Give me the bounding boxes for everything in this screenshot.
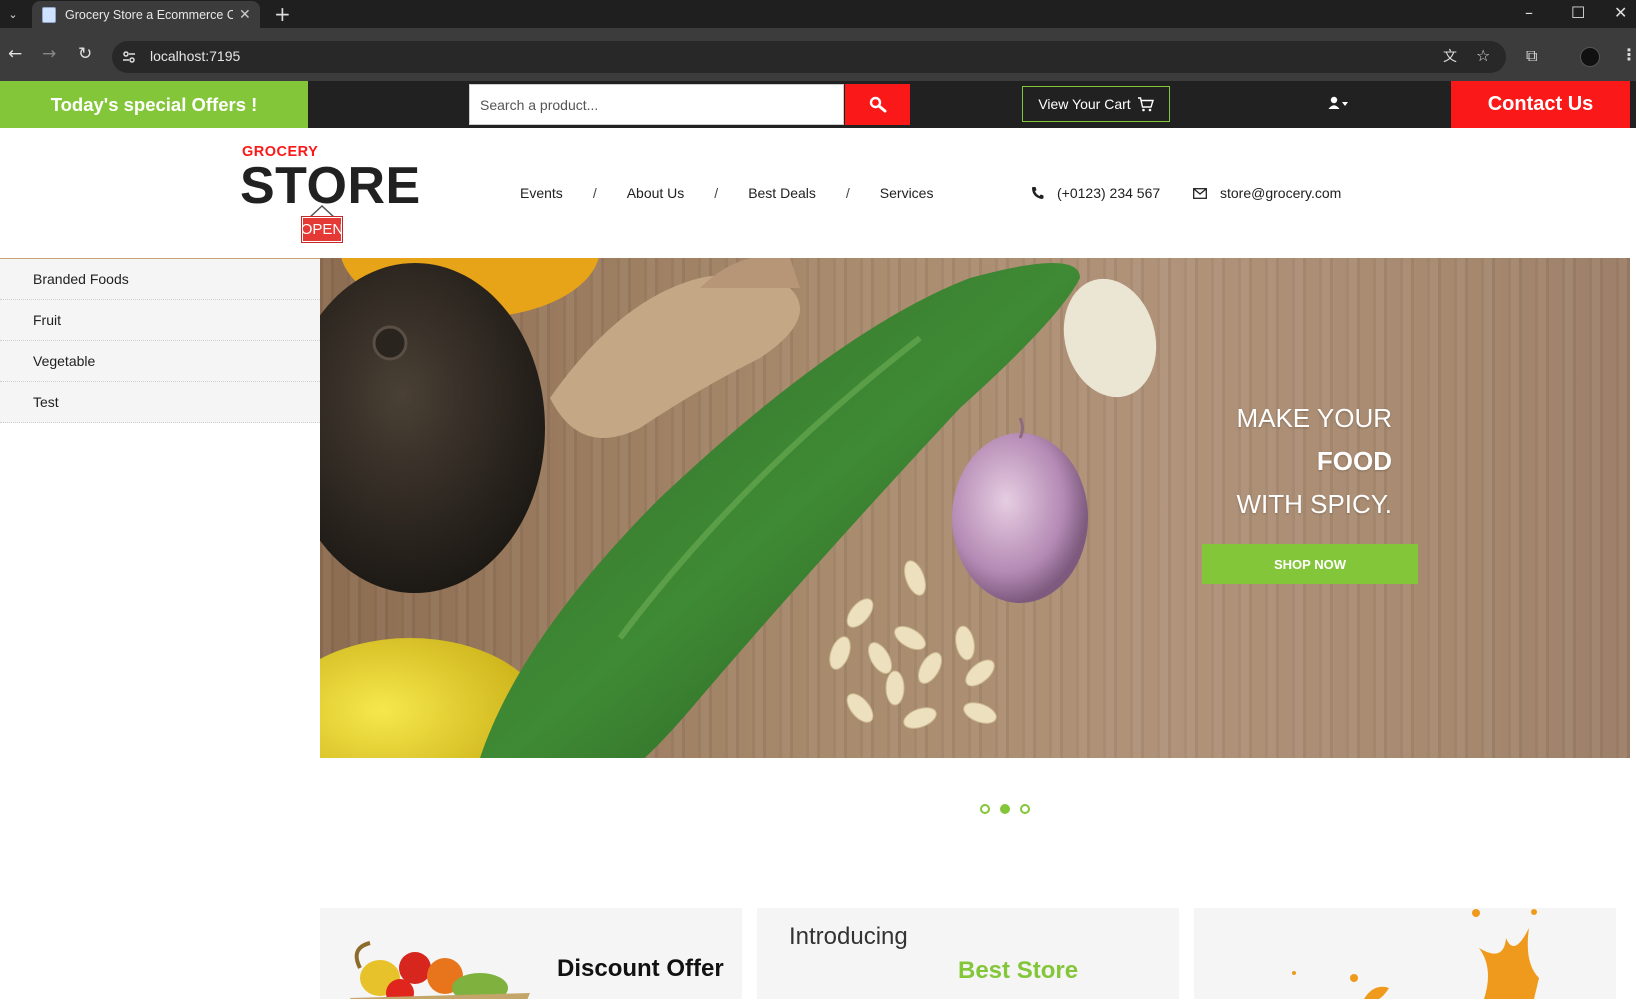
- close-window-icon[interactable]: ✕: [1614, 3, 1627, 23]
- slider-pagination: [980, 804, 1030, 814]
- tab-search-icon[interactable]: ⌄: [0, 0, 26, 28]
- nav-separator: /: [714, 185, 719, 201]
- url-text: localhost:7195: [150, 48, 241, 64]
- sidebar-item-test[interactable]: Test: [0, 382, 320, 423]
- best-store-title: Best Store: [958, 957, 1079, 984]
- slider-dot-1[interactable]: [980, 804, 990, 814]
- email-address[interactable]: store@grocery.com: [1220, 185, 1341, 201]
- contact-us-button[interactable]: Contact Us: [1451, 81, 1630, 128]
- nav-events[interactable]: Events: [520, 185, 563, 201]
- slider-dot-2[interactable]: [1000, 804, 1010, 814]
- browser-tab[interactable]: Grocery Store a Ecommerce On ✕: [32, 1, 260, 28]
- hero-line-1: MAKE YOUR: [1236, 403, 1392, 433]
- promo-card-discount[interactable]: [320, 908, 742, 999]
- sidebar-item-fruit[interactable]: Fruit: [0, 300, 320, 341]
- promo-card-best-store[interactable]: [757, 908, 1179, 999]
- search-button[interactable]: [845, 84, 910, 125]
- mail-icon: [1193, 188, 1207, 199]
- address-bar[interactable]: [112, 41, 1506, 73]
- cart-icon: [1137, 96, 1154, 111]
- tab-title: Grocery Store a Ecommerce On: [65, 7, 233, 22]
- search-input[interactable]: [469, 84, 844, 125]
- main-navigation: Events / About Us / Best Deals / Service…: [520, 185, 933, 201]
- introducing-label: Introducing: [789, 923, 908, 950]
- forward-icon[interactable]: →: [42, 44, 56, 64]
- hero-line-2: FOOD: [1316, 446, 1392, 476]
- sidebar-item-vegetable[interactable]: Vegetable: [0, 341, 320, 382]
- browser-menu-icon[interactable]: ⋮: [1621, 45, 1636, 64]
- nav-separator: /: [845, 185, 850, 201]
- logo-open-sign: OPEN: [301, 216, 343, 243]
- nav-services[interactable]: Services: [880, 185, 934, 201]
- phone-icon: [1032, 187, 1044, 199]
- search-icon: [869, 96, 886, 112]
- vegetable-basket-image: [350, 941, 530, 999]
- minimize-icon[interactable]: –: [1525, 3, 1533, 23]
- new-tab-icon[interactable]: +: [274, 3, 291, 25]
- nav-separator: /: [592, 185, 597, 201]
- hero-slider: [320, 258, 1630, 758]
- nav-about-us[interactable]: About Us: [627, 185, 685, 201]
- discount-offer-title: Discount Offer: [557, 955, 724, 982]
- back-icon[interactable]: ←: [8, 44, 22, 64]
- juice-splash-image: [1292, 909, 1539, 999]
- hero-vegetables-image: [320, 258, 1157, 758]
- special-offers-banner[interactable]: Today's special Offers !: [0, 81, 308, 128]
- category-sidebar: Branded Foods Fruit Vegetable Test: [0, 258, 320, 423]
- hero-line-3: WITH SPICY.: [1236, 489, 1392, 519]
- shop-now-button[interactable]: SHOP NOW: [1202, 544, 1418, 584]
- view-cart-label: View Your Cart: [1038, 96, 1131, 112]
- profile-avatar[interactable]: [1580, 47, 1600, 67]
- maximize-icon[interactable]: ☐: [1571, 3, 1585, 23]
- promo-card-juice[interactable]: [1194, 908, 1616, 999]
- view-cart-button[interactable]: View Your Cart: [1022, 86, 1170, 122]
- bookmark-star-icon[interactable]: ☆: [1476, 46, 1490, 65]
- phone-number: (+0123) 234 567: [1057, 185, 1161, 201]
- user-menu-icon[interactable]: [1328, 96, 1354, 114]
- sign-hanger-icon: [308, 204, 336, 218]
- slider-dot-3[interactable]: [1020, 804, 1030, 814]
- page-favicon-icon: [42, 6, 56, 23]
- nav-best-deals[interactable]: Best Deals: [748, 185, 816, 201]
- site-info-icon[interactable]: [122, 50, 136, 64]
- translate-icon[interactable]: 文: [1443, 46, 1457, 66]
- close-tab-icon[interactable]: ✕: [239, 7, 251, 23]
- reload-icon[interactable]: ↻: [78, 44, 92, 64]
- sidebar-item-branded-foods[interactable]: Branded Foods: [0, 259, 320, 300]
- hero-headline: MAKE YOUR FOOD WITH SPICY.: [1160, 397, 1392, 526]
- extensions-icon[interactable]: ⧉: [1526, 46, 1537, 66]
